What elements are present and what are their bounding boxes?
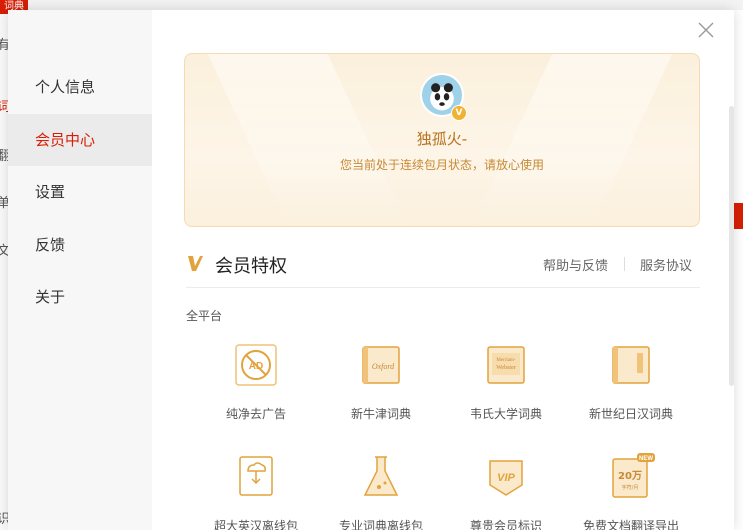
platform-label: 全平台 — [186, 309, 223, 323]
feature-ad-free[interactable]: AD 纯净去广告 — [196, 341, 316, 431]
quota-text: 20万 — [618, 470, 642, 482]
privileges-header: 会员特权 帮助与反馈 服务协议 — [186, 251, 700, 288]
privileges-title: 会员特权 — [215, 256, 287, 277]
feature-oxford[interactable]: Oxford 新牛津词典 — [321, 341, 441, 431]
service-agreement-link[interactable]: 服务协议 — [640, 255, 692, 274]
vip-v-badge-icon: V — [451, 105, 467, 121]
settings-dialog: 个人信息 会员中心 设置 反馈 关于 V 独孤火- 您当前处于连续包月状态，请放… — [8, 10, 734, 530]
vip-badge-icon: VIP — [489, 460, 523, 496]
feature-japanese[interactable]: 新世纪日汉词典 — [571, 341, 691, 431]
svg-text:Webster: Webster — [496, 365, 516, 371]
feature-pro-offline[interactable]: 专业词典离线包 — [321, 453, 441, 530]
document-translate-icon: 20万 字符/月 NEW — [612, 453, 655, 498]
sidebar-item-about[interactable]: 关于 — [8, 271, 152, 323]
help-feedback-link[interactable]: 帮助与反馈 — [543, 255, 608, 274]
username: 独孤火- — [416, 130, 468, 148]
close-icon[interactable] — [696, 20, 716, 40]
feature-doc-translate[interactable]: 20万 字符/月 NEW 免费文档翻译导出 — [571, 453, 691, 530]
feature-label: 尊贵会员标识 — [469, 519, 542, 530]
scrollbar[interactable] — [728, 50, 734, 530]
sidebar-item-settings[interactable]: 设置 — [8, 166, 152, 218]
member-banner: V 独孤火- 您当前处于连续包月状态，请放心使用 — [184, 53, 700, 227]
membership-panel: V 独孤火- 您当前处于连续包月状态，请放心使用 会员特权 帮助与反馈 服务协议… — [152, 10, 734, 530]
svg-text:Oxford: Oxford — [372, 362, 395, 371]
sidebar-item-membership[interactable]: 会员中心 — [8, 114, 152, 166]
membership-status: 您当前处于连续包月状态，请放心使用 — [339, 158, 544, 172]
dialog-sidebar: 个人信息 会员中心 设置 反馈 关于 — [8, 10, 152, 530]
merriam-webster-icon: Merriam- Webster — [487, 346, 525, 384]
japanese-dictionary-icon — [612, 346, 650, 384]
feature-label: 韦氏大学词典 — [469, 407, 542, 421]
scrollbar-thumb[interactable] — [729, 106, 734, 386]
sidebar-item-feedback[interactable]: 反馈 — [8, 219, 152, 271]
feature-label: 超大英汉离线包 — [213, 519, 298, 530]
flask-icon — [363, 456, 399, 496]
feature-label: 专业词典离线包 — [338, 519, 423, 530]
feature-offline-package[interactable]: 超大英汉离线包 — [196, 453, 316, 530]
feature-label: 纯净去广告 — [225, 407, 286, 421]
offline-package-icon — [239, 456, 273, 496]
feature-webster[interactable]: Merriam- Webster 韦氏大学词典 — [446, 341, 566, 431]
sidebar-item-profile[interactable]: 个人信息 — [8, 61, 152, 113]
new-badge: NEW — [639, 456, 653, 462]
background-topbar — [0, 0, 743, 10]
svg-text:VIP: VIP — [497, 472, 515, 484]
feature-label: 免费文档翻译导出 — [582, 519, 679, 530]
quota-unit-text: 字符/月 — [622, 484, 639, 491]
oxford-dictionary-icon: Oxford — [362, 346, 400, 384]
feature-vip-badge[interactable]: VIP 尊贵会员标识 — [446, 453, 566, 530]
feature-label: 新世纪日汉词典 — [588, 407, 673, 421]
ad-free-icon: AD — [235, 344, 277, 386]
svg-text:Merriam-: Merriam- — [496, 358, 515, 363]
vip-v-icon — [188, 256, 203, 271]
background-right-tag — [733, 203, 743, 229]
link-divider — [624, 257, 625, 271]
feature-label: 新牛津词典 — [350, 407, 411, 421]
